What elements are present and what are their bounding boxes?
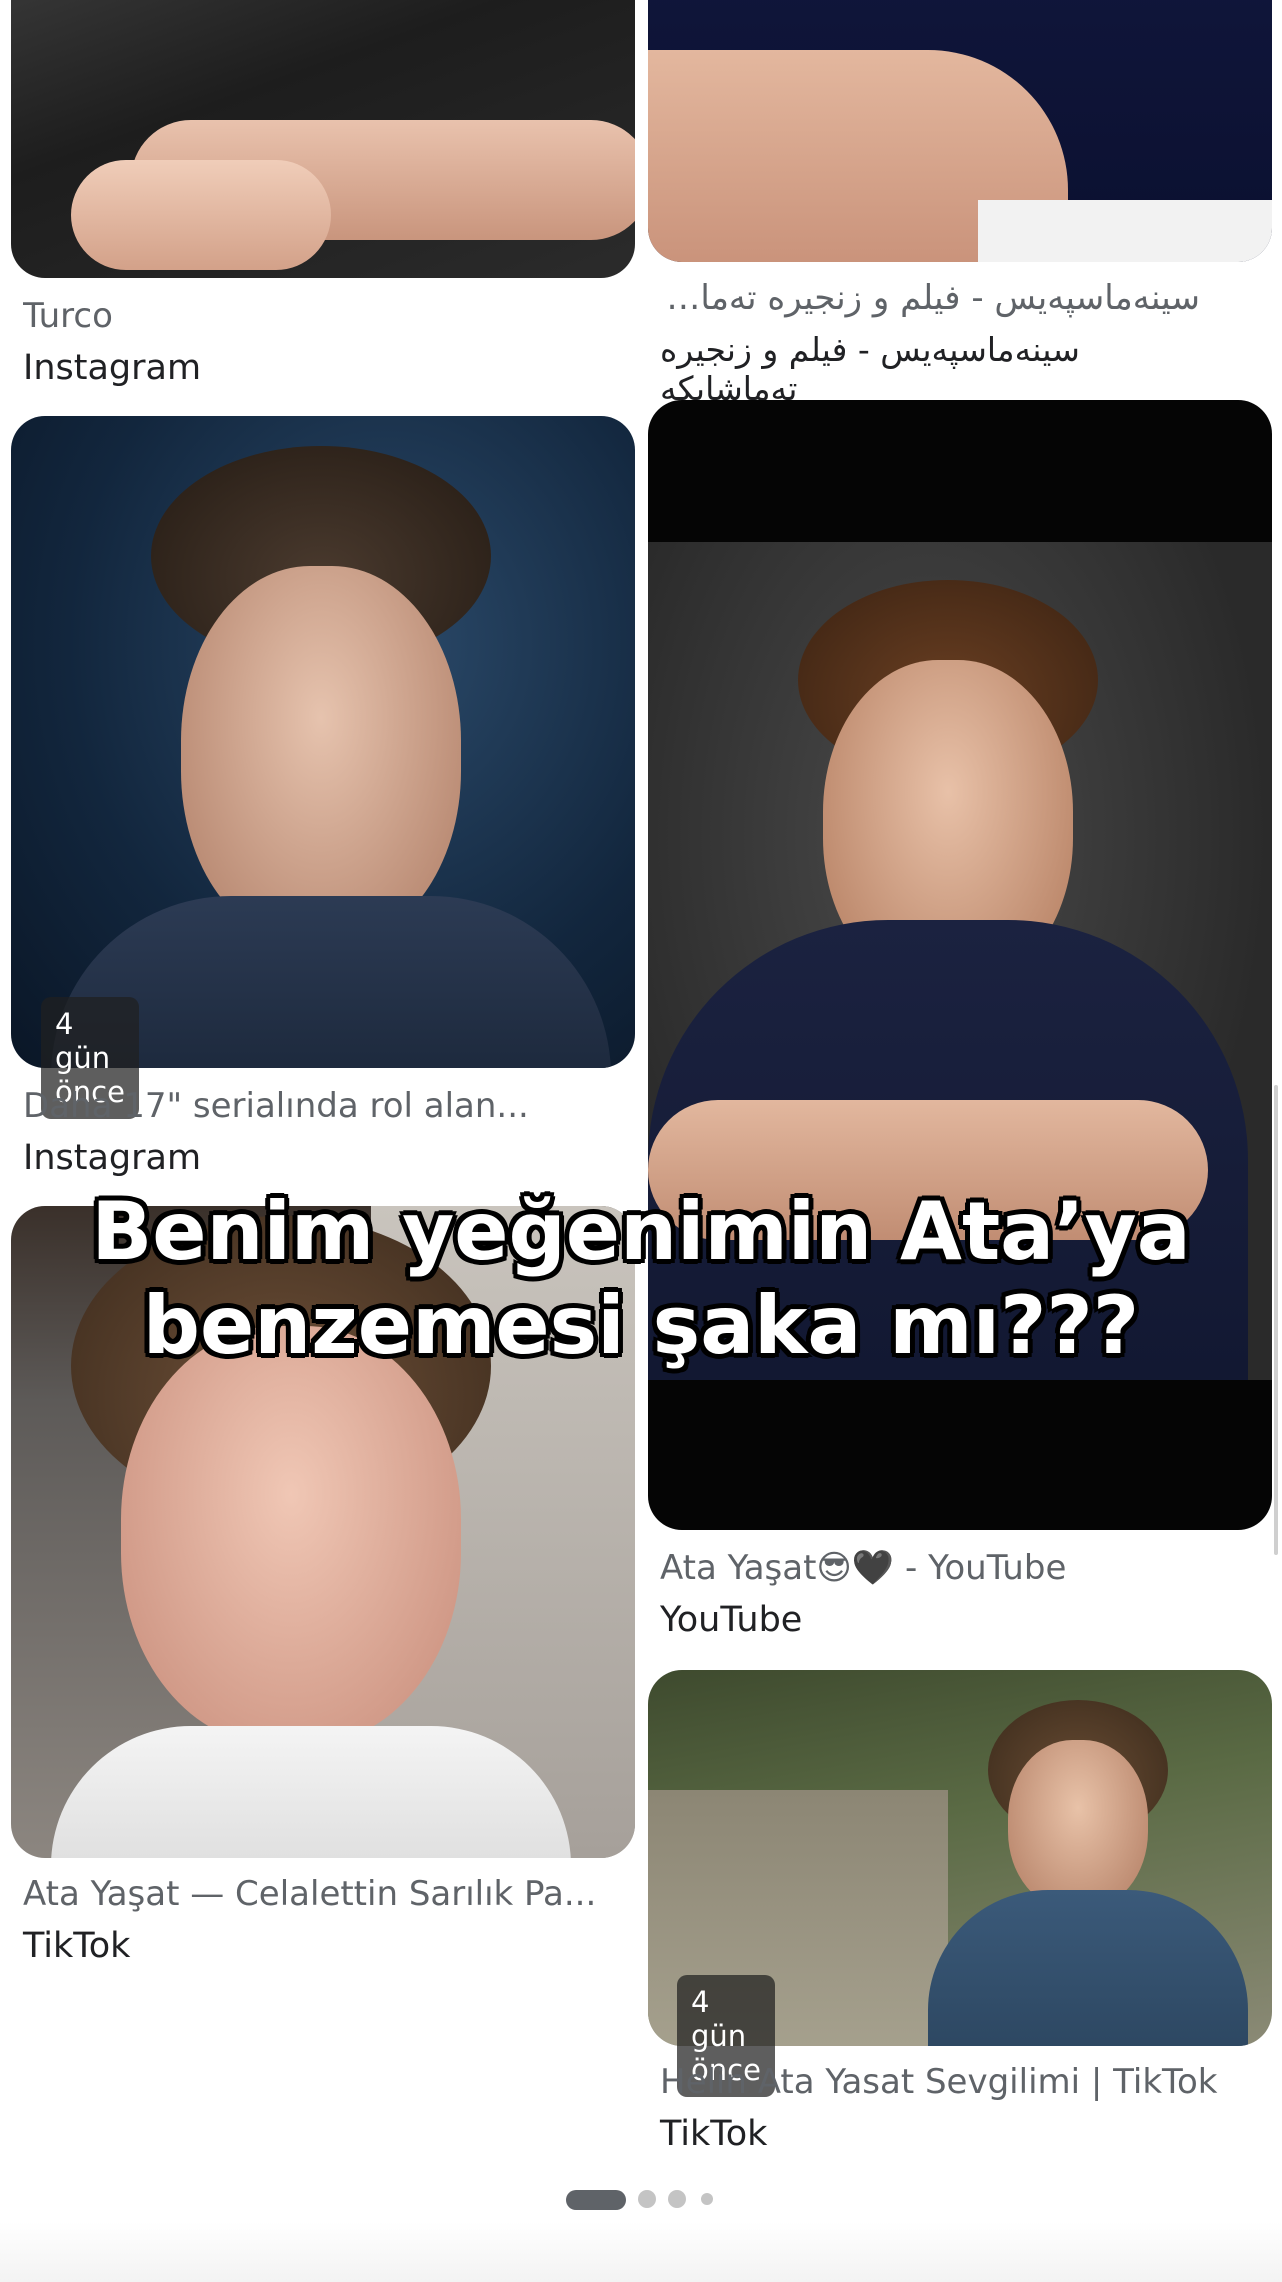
overlay-caption: Benim yeğenimin Ata’ya benzemesi şaka mı… bbox=[0, 1185, 1282, 1373]
result-caption[interactable]: Turco bbox=[23, 296, 623, 336]
result-source: سینەماسپەیس - فیلم و زنجیرە تەماشابکە bbox=[660, 330, 1080, 408]
result-caption[interactable]: Ata Yaşat — Celalettin Sarılık Pa... bbox=[23, 1874, 623, 1914]
scrollbar[interactable] bbox=[1274, 1085, 1278, 1555]
result-caption[interactable]: Daha 17" serialında rol alan... bbox=[23, 1086, 623, 1126]
page-dot[interactable] bbox=[668, 2190, 686, 2208]
result-source: Instagram bbox=[23, 348, 202, 388]
result-image[interactable] bbox=[11, 0, 635, 278]
result-caption[interactable]: Helin Ata Yasat Sevgilimi | TikTok bbox=[660, 2062, 1260, 2102]
result-image[interactable] bbox=[11, 416, 635, 1068]
overlay-line-1: Benim yeğenimin Ata’ya bbox=[91, 1185, 1191, 1278]
result-source: YouTube bbox=[660, 1600, 803, 1640]
bottom-fade bbox=[0, 2222, 1282, 2282]
overlay-line-2: benzemesi şaka mı??? bbox=[142, 1279, 1140, 1372]
result-source: TikTok bbox=[660, 2114, 768, 2154]
result-image[interactable] bbox=[648, 0, 1272, 262]
page-dot[interactable] bbox=[638, 2190, 656, 2208]
result-source: Instagram bbox=[23, 1138, 202, 1178]
result-caption[interactable]: Ata Yaşat😎🖤 - YouTube bbox=[660, 1548, 1260, 1588]
page-indicator bbox=[0, 2190, 1282, 2210]
page-dot-active[interactable] bbox=[566, 2190, 626, 2210]
page-dot[interactable] bbox=[701, 2193, 713, 2205]
result-source: TikTok bbox=[23, 1926, 131, 1966]
result-caption[interactable]: سینەماسپەیس - فیلم و زنجیرە تەماشابکە bbox=[660, 278, 1200, 318]
